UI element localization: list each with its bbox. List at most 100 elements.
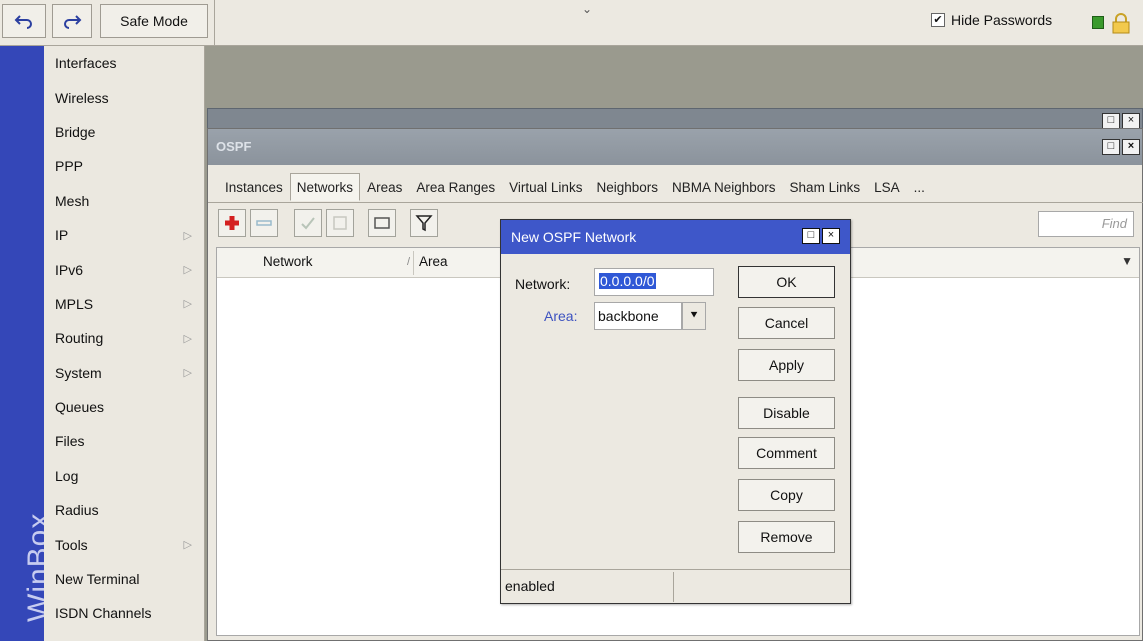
menu-item-label: Files — [55, 433, 85, 450]
status-indicator-icon — [1092, 16, 1104, 29]
tab-networks[interactable]: Networks — [289, 173, 361, 201]
submenu-arrow-icon: ▷ — [183, 298, 192, 311]
menu-item-ipv6[interactable]: IPv6 ▷ — [44, 252, 204, 286]
remove-button[interactable] — [250, 209, 278, 237]
menu-item-isdn-channels[interactable]: ISDN Channels — [44, 596, 204, 630]
check-icon — [301, 217, 315, 230]
menu-item-files[interactable]: Files — [44, 424, 204, 458]
menu-item-label: Tools — [55, 536, 88, 553]
dialog-status-bar: enabled — [501, 569, 850, 603]
main-toolbar: Safe Mode ⌄ ✔ Hide Passwords — [0, 0, 1143, 46]
close-icon[interactable]: × — [1122, 113, 1140, 129]
menu-item-label: MPLS — [55, 295, 94, 312]
status-divider — [673, 572, 674, 602]
menu-item-queues[interactable]: Queues — [44, 390, 204, 424]
menu-item-label: ISDN Channels — [55, 605, 152, 622]
toolbar-separator — [214, 0, 215, 46]
ospf-window-titlebar[interactable]: OSPF □ × — [208, 129, 1142, 165]
tab-nbma-neighbors[interactable]: NBMA Neighbors — [665, 173, 783, 201]
tab-neighbors[interactable]: Neighbors — [589, 173, 665, 201]
menu-item-mpls[interactable]: MPLS ▷ — [44, 287, 204, 321]
main-menu: Interfaces Wireless Bridge PPP Mesh IP ▷ … — [44, 46, 205, 641]
network-label: Network: — [515, 276, 571, 292]
column-network[interactable]: Network — [263, 254, 313, 269]
dialog-title: New OSPF Network — [511, 229, 637, 245]
tab-virtual-links[interactable]: Virtual Links — [502, 173, 589, 201]
enable-button[interactable] — [294, 209, 322, 237]
chevron-down-icon: ⌄ — [582, 2, 593, 16]
comment-icon — [374, 217, 390, 229]
undo-icon — [14, 15, 32, 29]
hide-passwords-toggle[interactable]: ✔ Hide Passwords — [931, 12, 1052, 28]
menu-item-label: System — [55, 364, 102, 381]
close-icon[interactable]: × — [822, 228, 840, 244]
menu-item-label: Interfaces — [55, 55, 117, 72]
copy-button[interactable]: Copy — [738, 479, 835, 511]
sort-icon: / — [407, 256, 411, 268]
menu-item-label: IPv6 — [55, 261, 84, 278]
hide-passwords-checkbox[interactable]: ✔ — [931, 13, 945, 27]
submenu-arrow-icon: ▷ — [183, 229, 192, 242]
submenu-arrow-icon: ▷ — [183, 539, 192, 552]
menu-item-label: Routing — [55, 330, 104, 347]
menu-item-label: IP — [55, 227, 69, 244]
menu-item-ppp[interactable]: PPP — [44, 149, 204, 183]
network-field[interactable]: 0.0.0.0/0 — [594, 268, 714, 296]
menu-item-routing[interactable]: Routing ▷ — [44, 321, 204, 355]
menu-item-mesh[interactable]: Mesh — [44, 184, 204, 218]
comment-button[interactable]: Comment — [738, 437, 835, 469]
tab-instances[interactable]: Instances — [218, 173, 290, 201]
hide-passwords-label: Hide Passwords — [951, 12, 1053, 28]
remove-button[interactable]: Remove — [738, 521, 835, 553]
tab-more[interactable]: ... — [907, 173, 932, 201]
cancel-button[interactable]: Cancel — [738, 307, 835, 339]
close-icon[interactable]: × — [1122, 139, 1140, 155]
minus-icon — [256, 220, 272, 226]
ok-button[interactable]: OK — [738, 266, 835, 298]
area-label: Area: — [544, 308, 578, 324]
column-menu-icon[interactable]: ▼ — [1121, 254, 1133, 268]
dialog-titlebar[interactable]: New OSPF Network □ × — [501, 220, 850, 254]
lock-icon — [1112, 13, 1130, 34]
undo-button[interactable] — [2, 4, 46, 38]
column-area[interactable]: Area — [419, 254, 448, 269]
filter-icon — [415, 215, 433, 232]
apply-button[interactable]: Apply — [738, 349, 835, 381]
safe-mode-button[interactable]: Safe Mode — [100, 4, 208, 38]
redo-button[interactable] — [52, 4, 92, 38]
disable-button[interactable]: Disable — [738, 397, 835, 429]
comment-button[interactable] — [368, 209, 396, 237]
area-select[interactable]: backbone — [594, 302, 682, 330]
menu-item-label: Bridge — [55, 123, 96, 140]
add-button[interactable] — [218, 209, 246, 237]
network-value: 0.0.0.0/0 — [599, 273, 656, 289]
tab-area-ranges[interactable]: Area Ranges — [409, 173, 502, 201]
menu-item-bridge[interactable]: Bridge — [44, 115, 204, 149]
menu-item-new-terminal[interactable]: New Terminal — [44, 562, 204, 596]
menu-item-interfaces[interactable]: Interfaces — [44, 46, 204, 80]
menu-item-tools[interactable]: Tools ▷ — [44, 527, 204, 561]
menu-item-label: Queues — [55, 399, 105, 416]
menu-item-label: Wireless — [55, 89, 109, 106]
dropdown-arrow-icon[interactable]: ⯆ — [682, 302, 706, 330]
tab-areas[interactable]: Areas — [360, 173, 409, 201]
maximize-icon[interactable]: □ — [802, 228, 820, 244]
maximize-icon[interactable]: □ — [1102, 139, 1120, 155]
find-input[interactable]: Find — [1038, 211, 1134, 237]
menu-item-ip[interactable]: IP ▷ — [44, 218, 204, 252]
safe-mode-label: Safe Mode — [120, 13, 188, 29]
tab-lsa[interactable]: LSA — [867, 173, 907, 201]
menu-item-label: Radius — [55, 502, 99, 519]
tab-sham-links[interactable]: Sham Links — [783, 173, 868, 201]
menu-item-radius[interactable]: Radius — [44, 493, 204, 527]
ospf-window-title: OSPF — [216, 139, 252, 154]
disable-button[interactable] — [326, 209, 354, 237]
filter-button[interactable] — [410, 209, 438, 237]
menu-item-label: Log — [55, 467, 79, 484]
submenu-arrow-icon: ▷ — [183, 332, 192, 345]
menu-item-log[interactable]: Log — [44, 459, 204, 493]
menu-item-system[interactable]: System ▷ — [44, 356, 204, 390]
menu-item-wireless[interactable]: Wireless — [44, 80, 204, 114]
add-icon — [225, 216, 239, 230]
maximize-icon[interactable]: □ — [1102, 113, 1120, 129]
